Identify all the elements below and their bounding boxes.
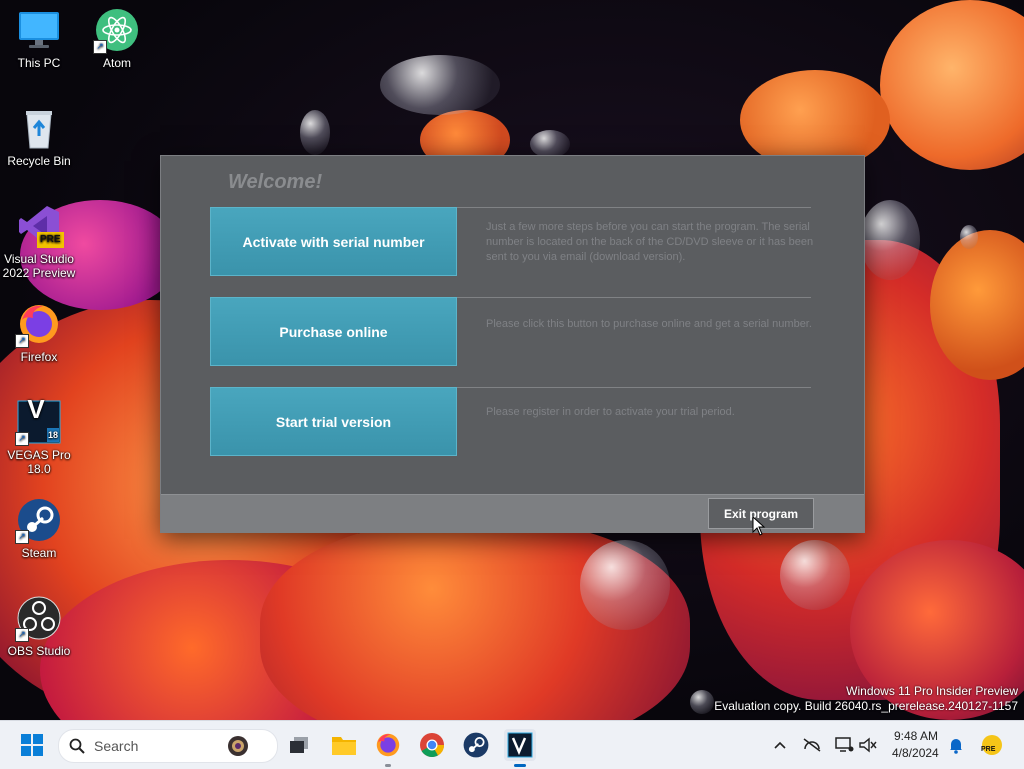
steam-icon: ↗ [15, 498, 61, 544]
start-trial-description: Please register in order to activate you… [486, 406, 735, 418]
wallpaper-droplet [860, 200, 920, 280]
chevron-up-icon [774, 741, 786, 749]
desktop-icon-vegas-pro[interactable]: V 18 ↗ VEGAS Pro 18.0 [0, 394, 78, 476]
watermark-line: Windows 11 Pro Insider Preview [846, 684, 1018, 698]
mouse-cursor-icon [752, 515, 766, 541]
task-view-icon [290, 737, 308, 753]
purchase-online-button[interactable]: Purchase online [210, 297, 457, 366]
taskbar-file-explorer[interactable] [328, 729, 360, 761]
notifications-button[interactable] [940, 729, 972, 761]
desktop-icon-label: Atom [102, 56, 131, 70]
desktop-icon-obs-studio[interactable]: ↗ OBS Studio [0, 596, 78, 658]
network-disconnected-icon [803, 738, 821, 752]
desktop-icon-atom[interactable]: ↗ Atom [78, 8, 156, 70]
taskbar-vegas-pro[interactable] [504, 729, 536, 767]
wallpaper-shape [880, 0, 1024, 170]
monitor-icon [17, 8, 61, 52]
taskbar-steam[interactable] [460, 729, 492, 761]
start-trial-button[interactable]: Start trial version [210, 387, 457, 456]
vegas-icon: V 18 ↗ [15, 394, 61, 446]
vegas-glyph: V [27, 394, 45, 424]
firefox-icon: ↗ [15, 302, 61, 348]
shortcut-arrow-icon: ↗ [15, 432, 29, 446]
vegas-icon [507, 732, 533, 758]
activation-dialog: Welcome! Activate with serial number Jus… [160, 155, 865, 533]
search-icon [69, 738, 85, 754]
bell-icon [950, 739, 962, 754]
wallpaper-droplet [960, 225, 978, 249]
divider [431, 387, 811, 388]
desktop-icon-label: VEGAS Pro 18.0 [7, 448, 71, 476]
taskbar: Search 9:48 AM 4/8/2024 PRE [0, 720, 1024, 769]
clock-date[interactable]: 4/8/2024 [892, 746, 939, 760]
insider-badge-label: PRE [981, 746, 996, 753]
desktop-icon-recycle-bin[interactable]: Recycle Bin [0, 106, 78, 168]
dialog-title: Welcome! [228, 171, 323, 193]
desktop-icon-label: Firefox [20, 350, 58, 364]
file-explorer-icon [332, 737, 356, 755]
shortcut-arrow-icon: ↗ [15, 530, 29, 544]
clock-time[interactable]: 9:48 AM [894, 729, 938, 743]
activate-serial-description: Just a few more steps before you can sta… [486, 221, 814, 263]
activate-serial-button[interactable]: Activate with serial number [210, 207, 457, 276]
desktop-icon-visual-studio[interactable]: PRE Visual Studio 2022 Preview [0, 204, 78, 280]
desktop-icon-label: Steam [21, 546, 57, 560]
search-placeholder: Search [94, 738, 139, 754]
desktop-icon-steam[interactable]: ↗ Steam [0, 498, 78, 560]
taskbar-firefox[interactable] [372, 729, 404, 767]
wallpaper-droplet [380, 55, 500, 115]
wallpaper-droplet [780, 540, 850, 610]
volume-button[interactable] [852, 729, 884, 761]
chrome-icon [420, 733, 444, 758]
desktop-icon-label: Visual Studio 2022 Preview [2, 252, 76, 280]
task-view-button[interactable] [283, 729, 315, 761]
windows-logo-icon [21, 734, 43, 756]
desktop-icon-this-pc[interactable]: This PC [0, 8, 78, 70]
insider-badge-button[interactable]: PRE [976, 729, 1008, 761]
windows-watermark: Windows 11 Pro Insider Preview Evaluatio… [714, 684, 1018, 714]
wallpaper-droplet [300, 110, 330, 155]
show-hidden-icons-button[interactable] [764, 729, 796, 761]
preview-badge: PRE [37, 232, 64, 248]
wallpaper-droplet [690, 690, 714, 714]
display-icon [835, 737, 854, 752]
desktop-icon-label: OBS Studio [7, 644, 71, 658]
taskbar-search-box[interactable]: Search [58, 729, 278, 763]
divider [431, 297, 811, 298]
shortcut-arrow-icon: ↗ [15, 334, 29, 348]
wallpaper-droplet [530, 130, 570, 158]
purchase-online-description: Please click this button to purchase onl… [486, 318, 812, 330]
insider-badge-icon [982, 735, 1002, 755]
firefox-icon [376, 733, 400, 757]
search-highlight-icon [228, 736, 248, 756]
watermark-line: Evaluation copy. Build 26040.rs_prerelea… [714, 699, 1018, 713]
recycle-bin-icon [17, 106, 61, 150]
taskbar-chrome[interactable] [416, 729, 448, 761]
network-status-button[interactable] [796, 729, 828, 761]
obs-icon: ↗ [15, 596, 61, 642]
vegas-version: 18 [46, 428, 59, 442]
wallpaper-droplet [580, 540, 670, 630]
shortcut-arrow-icon: ↗ [93, 40, 107, 54]
desktop-icon-label: This PC [17, 56, 61, 70]
atom-icon: ↗ [93, 8, 139, 54]
desktop-icon-label: Recycle Bin [7, 154, 71, 168]
volume-muted-icon [859, 737, 877, 753]
start-button[interactable] [16, 729, 48, 761]
divider [431, 207, 811, 208]
steam-icon [463, 732, 489, 758]
shortcut-arrow-icon: ↗ [15, 628, 29, 642]
desktop-icon-firefox[interactable]: ↗ Firefox [0, 302, 78, 364]
visual-studio-icon: PRE [17, 204, 64, 248]
